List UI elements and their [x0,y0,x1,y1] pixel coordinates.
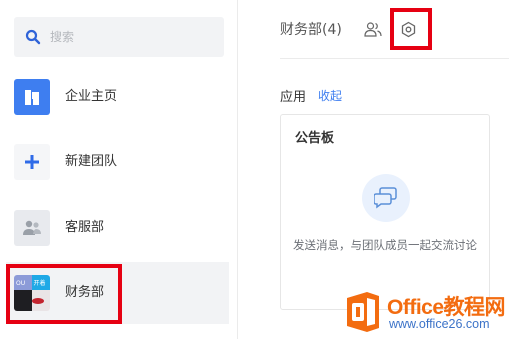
sidebar-item-label: 新建团队 [65,154,118,169]
apps-label: 应用 [280,90,307,105]
sidebar-item-label: 财务部 [65,285,105,300]
group-icon [14,210,50,246]
header-divider [280,58,509,59]
office-logo-icon [347,292,379,332]
watermark: Office教程网 www.office26.com [343,287,509,339]
search-input[interactable] [50,17,218,57]
chat-bubble-icon [362,174,410,222]
collapse-link[interactable]: 收起 [318,87,342,104]
sidebar-item-label: 企业主页 [65,89,118,104]
avatar-badge-left: OU [16,280,25,287]
watermark-url: www.office26.com [389,317,490,331]
card-title: 公告板 [295,131,335,146]
sidebar-item-home[interactable]: 企业主页 [6,66,229,128]
team-avatar: OU 开着 [14,275,50,311]
avatar-badge-right: 开着 [34,279,46,287]
building-icon [14,79,50,115]
settings-icon[interactable] [400,21,417,38]
members-icon[interactable] [364,21,382,37]
sidebar-item-customer-service[interactable]: 客服部 [6,197,229,259]
sidebar-item-label: 客服部 [65,220,105,235]
page-title: 财务部(4) [280,22,342,38]
search-box[interactable] [14,17,224,57]
sidebar-item-finance[interactable]: OU 开着 财务部 [6,262,229,324]
empty-message: 发送消息，与团队成员一起交流讨论 [293,238,477,252]
bulletin-board-card[interactable]: 公告板 发送消息，与团队成员一起交流讨论 [280,114,490,310]
search-icon [25,29,41,45]
sidebar-item-new-team[interactable]: 新建团队 [6,131,229,193]
plus-icon [14,144,50,180]
sidebar: 企业主页 新建团队 客服部 [0,0,238,339]
